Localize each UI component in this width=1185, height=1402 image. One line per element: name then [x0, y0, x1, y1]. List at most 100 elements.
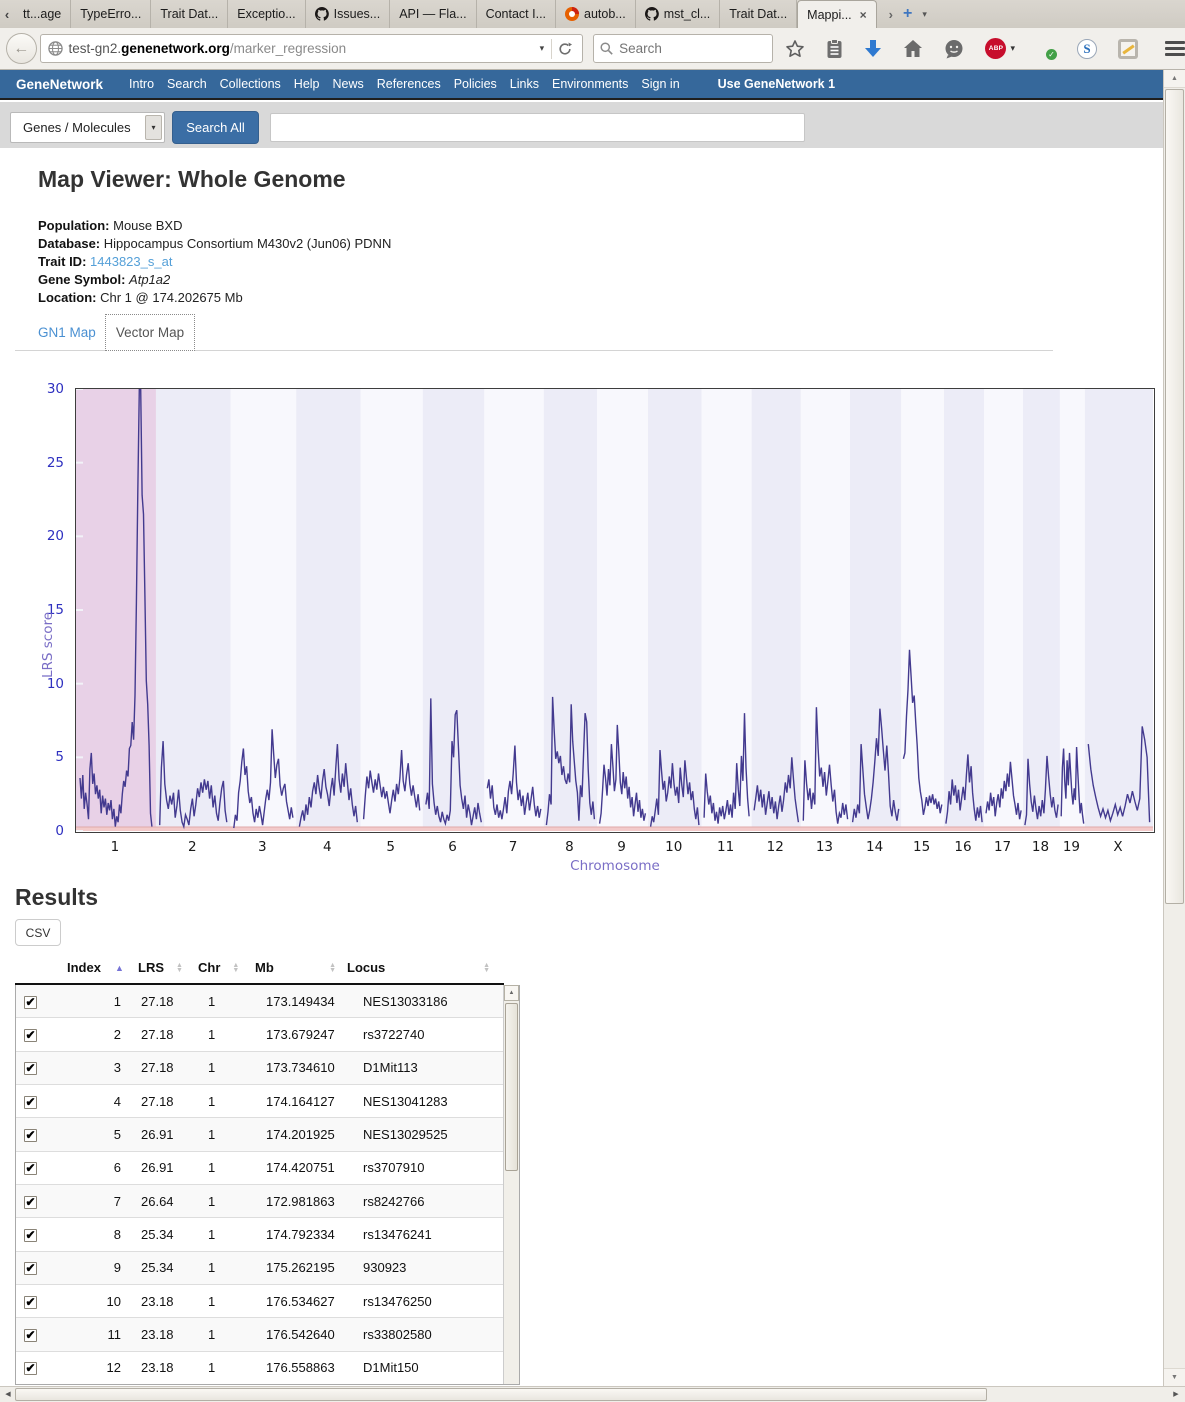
adblock-dropdown-icon[interactable]: ▾ [1010, 43, 1015, 54]
tab-scroll-right-icon[interactable]: › [889, 7, 893, 22]
row-checkbox[interactable]: ✔ [24, 1096, 37, 1109]
column-header-lrs[interactable]: LRS ▲▼ [120, 960, 187, 975]
row-checkbox[interactable]: ✔ [24, 1362, 37, 1375]
browser-tab[interactable]: API — Fla... [390, 0, 476, 28]
row-checkbox[interactable]: ✔ [24, 1329, 37, 1342]
row-checkbox[interactable]: ✔ [24, 1062, 37, 1075]
chromosome-band[interactable] [231, 389, 297, 831]
scroll-up-icon[interactable]: ▲ [1164, 70, 1185, 88]
search-category-select[interactable]: Genes / Molecules ▾ [10, 112, 165, 143]
chromosome-band[interactable] [944, 389, 984, 831]
nav-item-references[interactable]: References [377, 77, 441, 91]
table-scroll-thumb[interactable] [505, 1003, 518, 1171]
nav-item-help[interactable]: Help [294, 77, 320, 91]
chromosome-band[interactable] [850, 389, 901, 831]
scroll-left-icon[interactable]: ◀ [0, 1387, 16, 1402]
browser-tab[interactable]: Contact I... [477, 0, 556, 28]
site-search-input[interactable] [270, 113, 805, 142]
downloads-icon[interactable] [864, 39, 882, 59]
horizontal-scroll-thumb[interactable] [15, 1388, 987, 1401]
nav-item-signin[interactable]: Sign in [641, 77, 679, 91]
chromosome-band[interactable] [76, 389, 156, 831]
sort-icon[interactable]: ▲▼ [232, 963, 239, 973]
browser-tab-active[interactable]: Mappi... × [797, 0, 876, 28]
search-all-button[interactable]: Search All [172, 111, 259, 144]
table-row[interactable]: ✔ 1123.18 1176.542640 rs33802580 [16, 1318, 519, 1351]
row-checkbox[interactable]: ✔ [24, 1029, 37, 1042]
csv-export-button[interactable]: CSV [15, 919, 61, 946]
row-checkbox[interactable]: ✔ [24, 1229, 37, 1242]
chromosome-band[interactable] [156, 389, 231, 831]
row-checkbox[interactable]: ✔ [24, 996, 37, 1009]
page-horizontal-scrollbar[interactable]: ◀ ▶ [0, 1386, 1185, 1402]
column-header-mb[interactable]: Mb ▲▼ [245, 960, 342, 975]
sort-icon[interactable]: ▲▼ [176, 963, 183, 973]
nav-item-environments[interactable]: Environments [552, 77, 628, 91]
scroll-down-icon[interactable]: ▼ [1164, 1368, 1185, 1386]
tab-list-icon[interactable]: ▾ [922, 9, 927, 20]
table-row[interactable]: ✔ 626.91 1174.420751 rs3707910 [16, 1152, 519, 1185]
bookmark-star-icon[interactable] [785, 39, 805, 59]
brand-logo[interactable]: GeneNetwork [16, 77, 103, 92]
browser-tab[interactable]: mst_cl... [636, 0, 721, 28]
nav-item-collections[interactable]: Collections [220, 77, 281, 91]
browser-tab[interactable]: TypeErro... [71, 0, 151, 28]
home-icon[interactable] [903, 39, 923, 58]
table-row[interactable]: ✔ 825.34 1174.792334 rs13476241 [16, 1218, 519, 1251]
tab-scroll-left-icon[interactable]: ‹ [0, 0, 14, 28]
table-row[interactable]: ✔ 925.34 1175.262195 930923 [16, 1252, 519, 1285]
scroll-right-icon[interactable]: ▶ [1168, 1387, 1184, 1402]
row-checkbox[interactable]: ✔ [24, 1129, 37, 1142]
adblock-plus-icon[interactable]: ABP ▾ [985, 38, 1015, 59]
table-row[interactable]: ✔ 726.64 1172.981863 rs8242766 [16, 1185, 519, 1218]
page-vertical-scrollbar[interactable]: ▲ ▼ [1163, 70, 1185, 1386]
sort-icon[interactable]: ▲▼ [329, 963, 336, 973]
table-row[interactable]: ✔ 1223.18 1176.558863 D1Mit150 [16, 1352, 519, 1385]
chromosome-band[interactable] [752, 389, 801, 831]
sort-icon[interactable]: ▲▼ [483, 963, 490, 973]
url-dropdown-icon[interactable]: ▾ [533, 43, 552, 54]
table-row[interactable]: ✔ 427.18 1174.164127 NES13041283 [16, 1085, 519, 1118]
table-row[interactable]: ✔ 227.18 1173.679247 rs3722740 [16, 1018, 519, 1051]
vertical-scroll-thumb[interactable] [1165, 89, 1184, 904]
table-vertical-scrollbar[interactable]: ▲ [503, 985, 519, 1384]
new-tab-button[interactable]: + [903, 5, 912, 23]
browser-tab[interactable]: Issues... [306, 0, 391, 28]
lrs-genome-chart[interactable] [75, 388, 1155, 833]
browser-tab[interactable]: tt...age [14, 0, 71, 28]
nav-item-use-genenetwork1[interactable]: Use GeneNetwork 1 [718, 77, 835, 91]
browser-search-bar[interactable] [593, 34, 773, 63]
url-bar[interactable]: test-gn2.genenetwork.org/marker_regressi… [40, 34, 584, 63]
chromosome-band[interactable] [296, 389, 360, 831]
row-checkbox[interactable]: ✔ [24, 1296, 37, 1309]
hamburger-menu-icon[interactable] [1165, 41, 1185, 56]
extension-cookie-icon[interactable]: ✓ [1036, 39, 1056, 59]
browser-tab[interactable]: Trait Dat... [720, 0, 797, 28]
screenshot-edit-icon[interactable] [1118, 39, 1138, 59]
tab-vector-map[interactable]: Vector Map [105, 314, 195, 351]
column-header-index[interactable]: Index ▲ [55, 960, 120, 975]
chromosome-band[interactable] [702, 389, 752, 831]
table-row[interactable]: ✔ 127.18 1173.149434 NES13033186 [16, 985, 519, 1018]
table-row[interactable]: ✔ 526.91 1174.201925 NES13029525 [16, 1118, 519, 1151]
nav-item-intro[interactable]: Intro [129, 77, 154, 91]
nav-item-links[interactable]: Links [510, 77, 539, 91]
back-button[interactable]: ← [6, 33, 37, 64]
select-caret-icon[interactable]: ▾ [145, 115, 162, 140]
chromosome-band[interactable] [801, 389, 850, 831]
browser-tab[interactable]: Exceptio... [228, 0, 305, 28]
trait-id-link[interactable]: 1443823_s_at [90, 254, 172, 269]
nav-item-news[interactable]: News [333, 77, 364, 91]
reading-list-icon[interactable] [826, 39, 843, 59]
column-header-locus[interactable]: Locus ▲▼ [342, 960, 504, 975]
chromosome-band[interactable] [901, 389, 944, 831]
chromosome-band[interactable] [361, 389, 423, 831]
chromosome-band[interactable] [984, 389, 1023, 831]
nav-item-policies[interactable]: Policies [454, 77, 497, 91]
browser-search-input[interactable] [619, 41, 749, 56]
row-checkbox[interactable]: ✔ [24, 1262, 37, 1275]
tab-gn1-map[interactable]: GN1 Map [38, 325, 96, 340]
chromosome-band[interactable] [1085, 389, 1153, 831]
row-checkbox[interactable]: ✔ [24, 1162, 37, 1175]
chromosome-band[interactable] [648, 389, 702, 831]
